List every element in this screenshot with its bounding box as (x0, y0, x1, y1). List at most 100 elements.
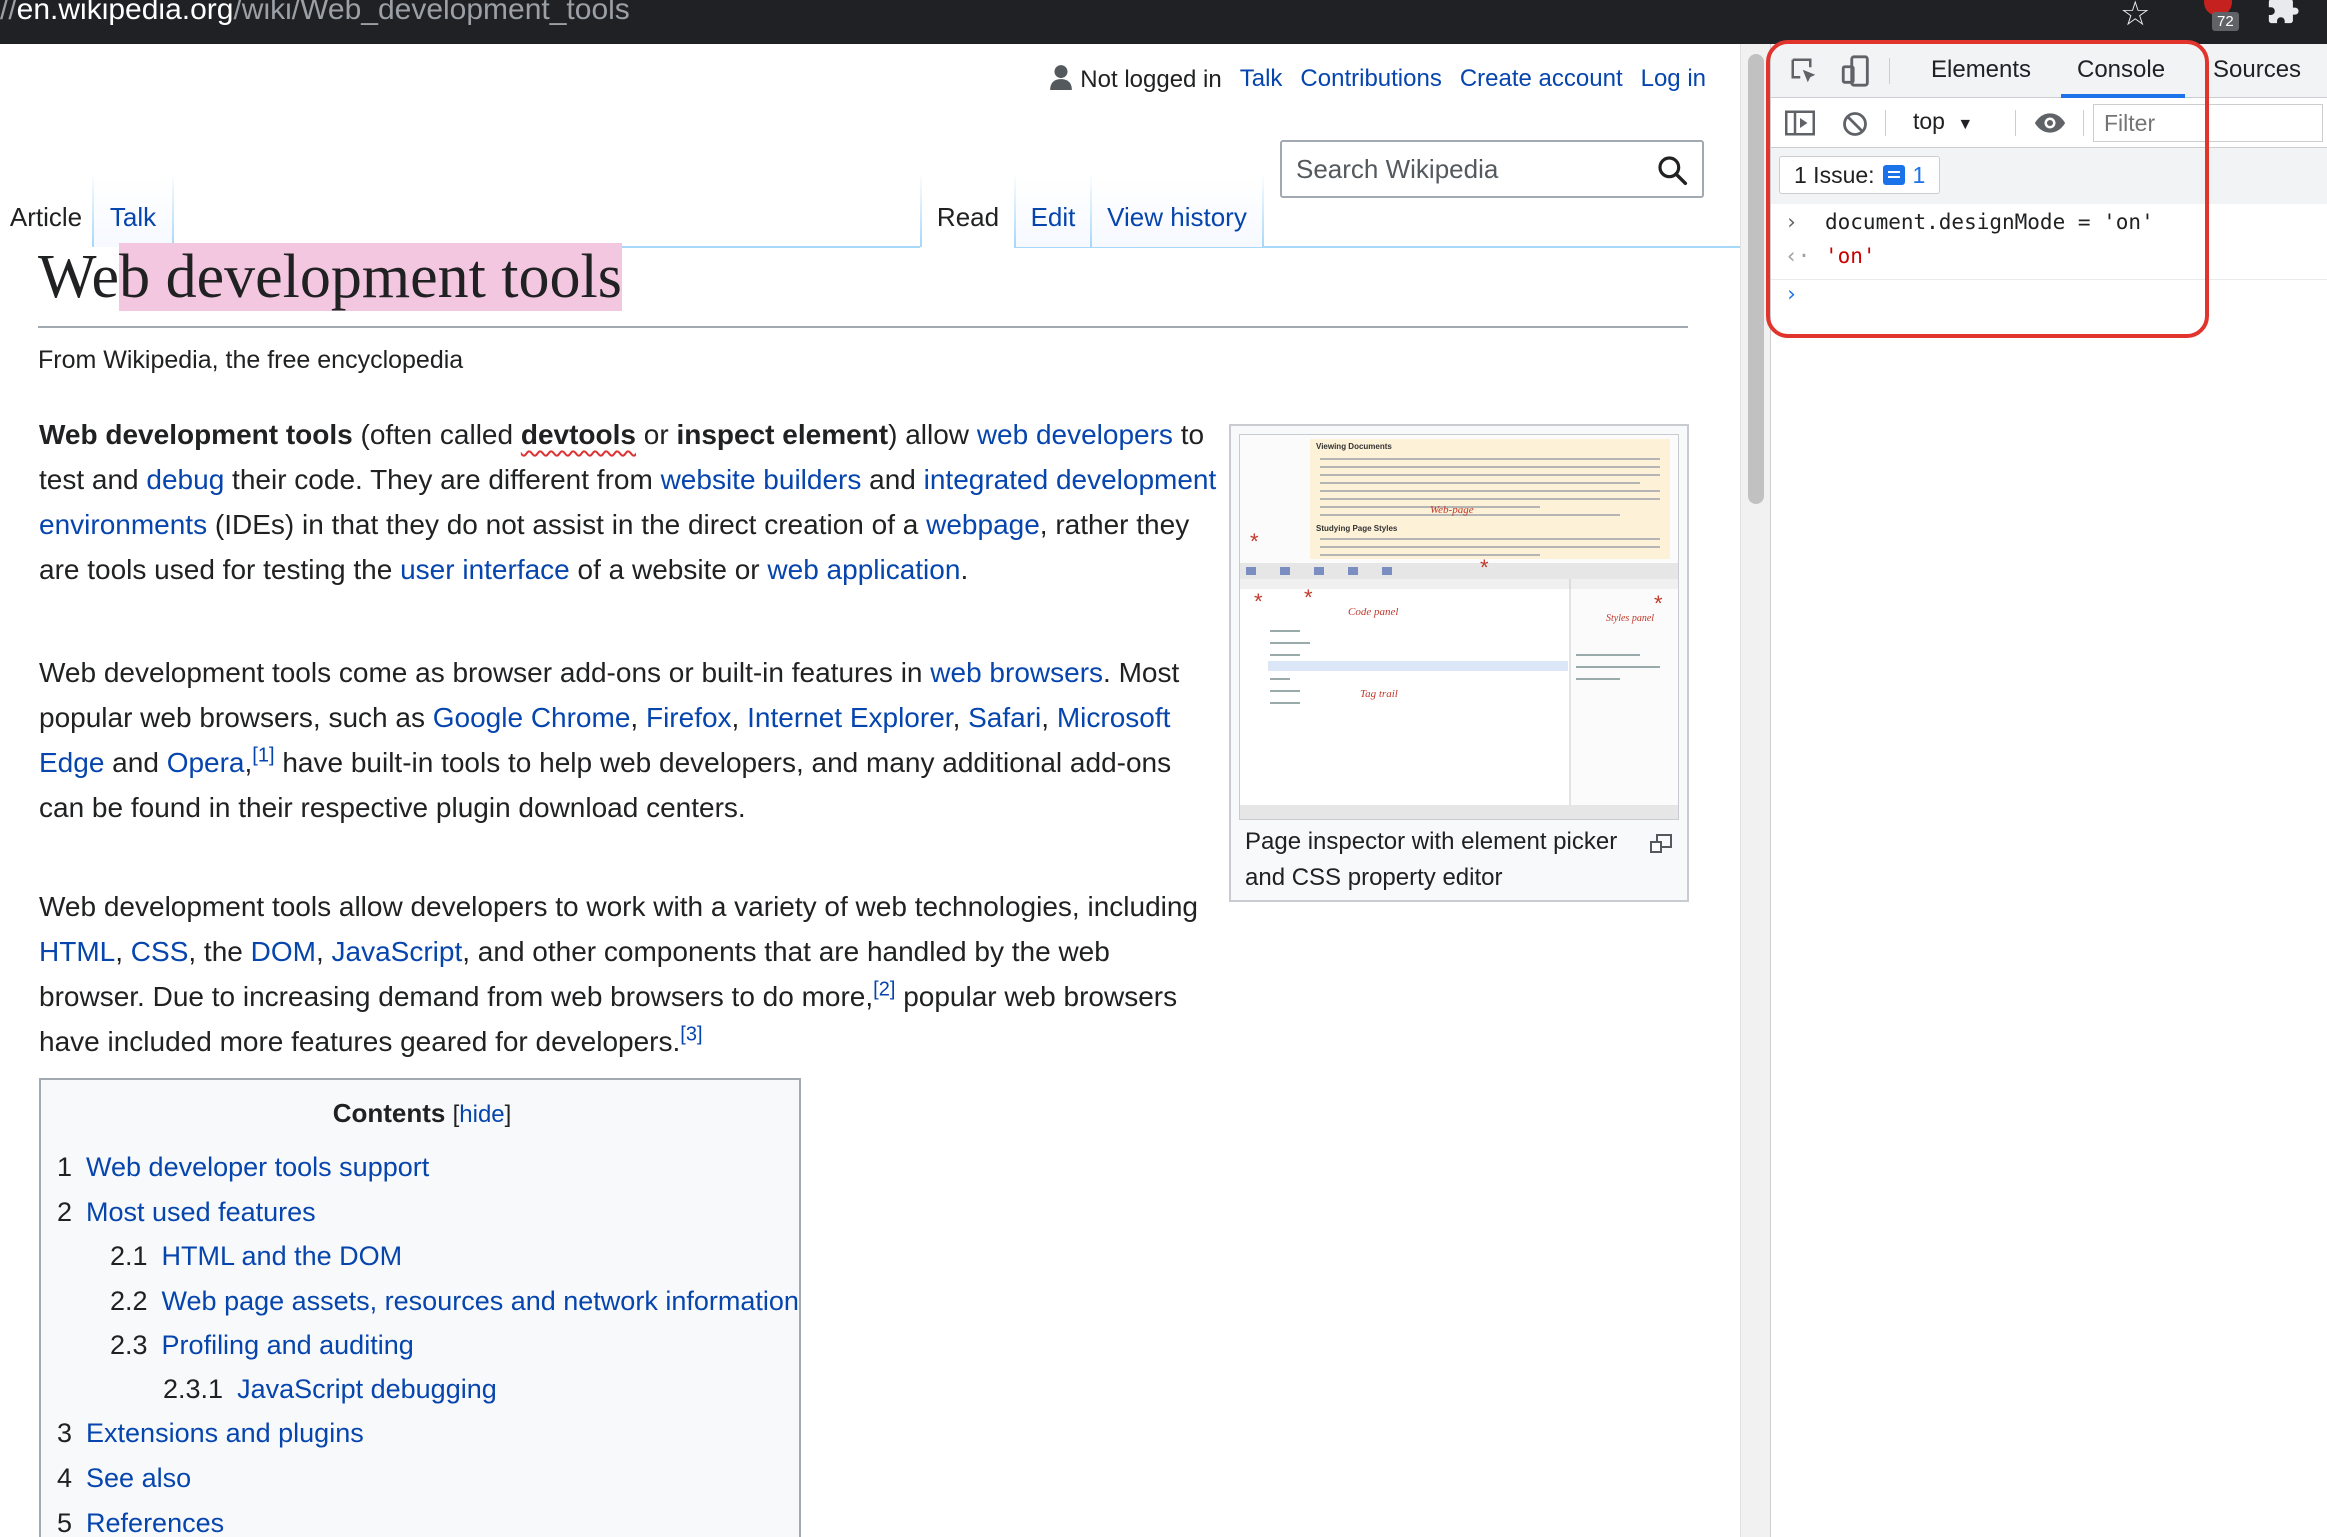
issues-button[interactable]: 1 Issue: 1 (1779, 156, 1941, 194)
log-in-link[interactable]: Log in (1641, 65, 1706, 93)
table-of-contents: Contents [hide] 1 Web developer tools sup… (39, 1078, 801, 1537)
link-html[interactable]: HTML (39, 936, 115, 967)
page-title: Web development tools (38, 234, 1688, 328)
console-toolbar: top ▼ (1771, 98, 2327, 148)
live-expression-eye-icon[interactable] (2033, 112, 2067, 134)
extension-badge: 72 (2212, 12, 2239, 31)
paragraph-browsers: Web development tools come as browser ad… (39, 657, 1180, 823)
article-content: Web development tools From Wikipedia, th… (38, 234, 1688, 375)
ref-3[interactable]: [3] (680, 1024, 702, 1046)
infobox-thumbnail: Viewing Documents Web-page Studying Page… (1229, 424, 1689, 902)
sidebar-toggle-icon[interactable] (1785, 110, 1815, 136)
link-web-browsers[interactable]: web browsers (930, 657, 1103, 688)
svg-text:*: * (1250, 529, 1259, 554)
console-result: 'on' (1825, 244, 1876, 268)
paragraph-technologies: Web development tools allow developers t… (39, 891, 1199, 1057)
extension-button[interactable]: 72 (2200, 0, 2246, 34)
element-picker-icon[interactable] (1789, 56, 1819, 86)
link-user-interface[interactable]: user interface (400, 554, 570, 585)
link-opera[interactable]: Opera (167, 747, 245, 778)
personal-talk-link[interactable]: Talk (1240, 65, 1283, 93)
toc-item[interactable]: 5 References (57, 1508, 224, 1537)
tab-read[interactable]: Read (922, 132, 1014, 247)
create-account-link[interactable]: Create account (1460, 65, 1623, 93)
link-safari[interactable]: Safari (968, 702, 1041, 733)
misspelled-word: devtools (520, 419, 636, 450)
personal-tools: Not logged in Talk Contributions Create … (1050, 64, 1706, 94)
context-selector[interactable]: top ▼ (1913, 108, 1973, 135)
thumbnail-caption: Page inspector with element picker and C… (1245, 828, 1618, 891)
message-icon (1882, 165, 1905, 185)
console-command: document.designMode = 'on' (1825, 210, 2154, 234)
return-arrow-icon: ‹· (1785, 244, 1811, 268)
enlarge-icon[interactable] (1649, 834, 1673, 854)
bookmark-star-icon[interactable]: ☆ (2120, 0, 2150, 34)
ref-1[interactable]: [1] (252, 745, 274, 767)
link-javascript[interactable]: JavaScript (332, 936, 463, 967)
toc-item[interactable]: 2.1 HTML and the DOM (110, 1241, 402, 1272)
svg-text:Web-page: Web-page (1430, 504, 1474, 516)
link-webpage[interactable]: webpage (926, 509, 1040, 540)
link-dom[interactable]: DOM (251, 936, 316, 967)
ref-2[interactable]: [2] (873, 979, 895, 1001)
toc-title: Contents [hide] (332, 1098, 512, 1128)
tagline: From Wikipedia, the free encyclopedia (38, 346, 464, 374)
svg-text:*: * (1254, 589, 1263, 614)
url-host: en.wikipedia.org (16, 0, 234, 26)
toc-item[interactable]: 4 See also (57, 1463, 191, 1494)
clear-console-icon[interactable] (1841, 110, 1869, 138)
svg-text:Styles panel: Styles panel (1606, 613, 1654, 624)
toc-item[interactable]: 2.3 Profiling and auditing (110, 1330, 414, 1361)
toc-item[interactable]: 3 Extensions and plugins (57, 1418, 364, 1449)
console-input-line: › document.designMode = 'on' (1771, 210, 2327, 246)
paragraph-intro: Web development tools (often called devt… (39, 419, 1217, 585)
url-field[interactable]: //en.wikipedia.org/wiki/Web_development_… (0, 0, 630, 30)
tab-console[interactable]: Console (2077, 56, 2165, 84)
browser-address-bar: //en.wikipedia.org/wiki/Web_development_… (0, 0, 2327, 44)
search-icon[interactable] (1656, 154, 1688, 186)
scrollbar-thumb[interactable] (1748, 54, 1764, 504)
link-debug[interactable]: debug (146, 464, 224, 495)
console-filter-input[interactable] (2093, 104, 2323, 142)
svg-text:*: * (1304, 585, 1313, 610)
tab-elements[interactable]: Elements (1931, 56, 2031, 84)
svg-text:Viewing Documents: Viewing Documents (1316, 442, 1392, 451)
page-scrollbar[interactable] (1740, 44, 1770, 1537)
svg-text:Tag trail: Tag trail (1360, 688, 1398, 700)
toc-item[interactable]: 2 Most used features (57, 1197, 316, 1228)
svg-text:*: * (1654, 591, 1663, 616)
svg-text:Studying Page Styles: Studying Page Styles (1316, 524, 1398, 533)
link-google-chrome[interactable]: Google Chrome (433, 702, 631, 733)
tab-talk[interactable]: Talk (94, 132, 172, 247)
user-icon (1050, 65, 1073, 90)
chevron-right-icon: › (1785, 210, 1798, 234)
link-website-builders[interactable]: website builders (661, 464, 862, 495)
toc-item[interactable]: 2.2 Web page assets, resources and networ… (110, 1286, 799, 1317)
devtools-panel: Elements Console Sources top ▼ 1 Issue: … (1770, 44, 2327, 1537)
console-prompt[interactable]: › (1771, 282, 2327, 332)
inspector-screenshot-image[interactable]: Viewing Documents Web-page Studying Page… (1239, 434, 1679, 820)
link-web-developers[interactable]: web developers (977, 419, 1173, 450)
not-logged-in: Not logged in (1050, 64, 1222, 94)
tab-article[interactable]: Article (0, 132, 92, 247)
toc-hide-link[interactable]: hide (459, 1101, 504, 1128)
prompt-chevron-icon: › (1785, 282, 1798, 306)
dropdown-caret-icon: ▼ (1957, 116, 1974, 133)
console-result-line: ‹· 'on' (1771, 244, 2327, 280)
search-input[interactable] (1294, 142, 1634, 196)
toc-item[interactable]: 2.3.1 JavaScript debugging (163, 1374, 497, 1405)
tab-sources[interactable]: Sources (2213, 56, 2301, 84)
extensions-puzzle-icon[interactable] (2266, 0, 2300, 26)
tab-edit[interactable]: Edit (1016, 132, 1090, 247)
tab-view-history[interactable]: View history (1092, 132, 1262, 247)
svg-text:Code panel: Code panel (1348, 606, 1398, 618)
link-firefox[interactable]: Firefox (646, 702, 732, 733)
link-css[interactable]: CSS (131, 936, 189, 967)
contributions-link[interactable]: Contributions (1300, 65, 1441, 93)
device-toolbar-icon[interactable] (1839, 54, 1873, 88)
link-web-application[interactable]: web application (767, 554, 960, 585)
toc-item[interactable]: 1 Web developer tools support (57, 1152, 429, 1183)
link-internet-explorer[interactable]: Internet Explorer (747, 702, 952, 733)
url-path: /wiki/Web_development_tools (233, 0, 630, 26)
search-box (1280, 140, 1704, 198)
